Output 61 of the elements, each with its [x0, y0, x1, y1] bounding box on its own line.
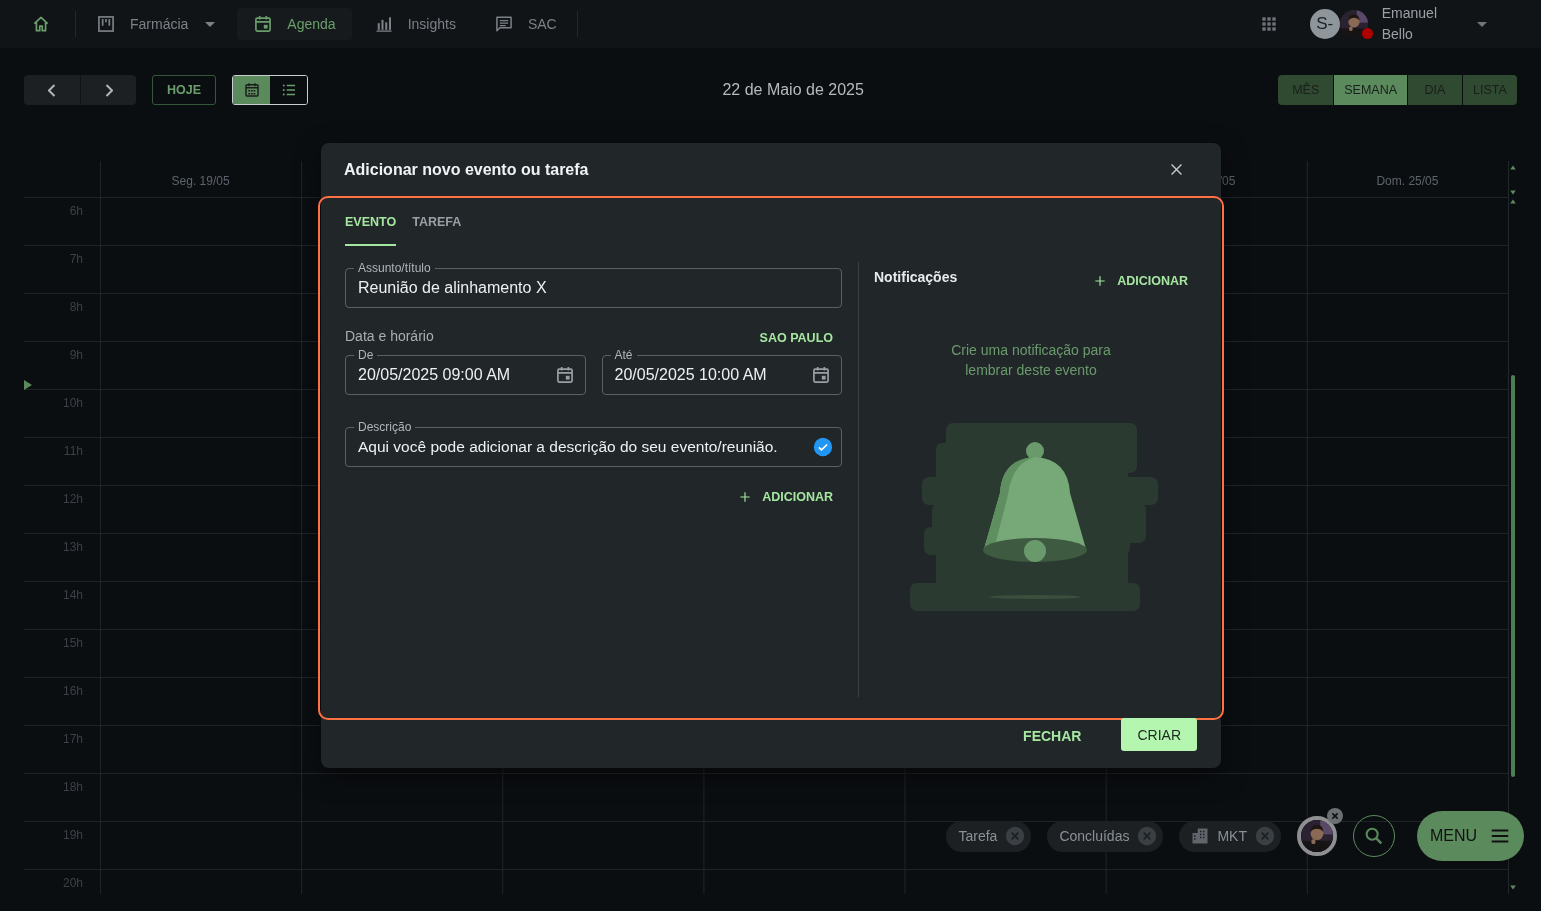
view-tab[interactable]: SEMANA [1333, 75, 1407, 105]
up-arrow-icon[interactable] [1509, 198, 1517, 205]
dialog-title: Adicionar novo evento ou tarefa [344, 160, 589, 179]
search-icon [1363, 825, 1385, 847]
section-title: Notificações [874, 269, 958, 285]
calendar-icon [811, 365, 831, 385]
description-field[interactable]: Descrição Aqui você pode adicionar a descrição do seu evento/reunião. [345, 419, 842, 467]
day-header: Seg. 19/05 [171, 173, 230, 188]
plus-icon [1093, 274, 1108, 288]
date-time-field[interactable]: Até 20/05/2025 10:00 AM [601, 347, 842, 395]
empty-message: Crie uma notificação para lembrar deste evento [950, 341, 1112, 380]
next-button[interactable] [80, 75, 136, 105]
up-arrow-icon[interactable] [1509, 164, 1517, 171]
user-initials-avatar[interactable]: S- [1309, 9, 1340, 39]
calendar-grid-icon [242, 81, 261, 99]
chat-icon [493, 14, 514, 34]
create-button[interactable]: CRIAR [1121, 718, 1197, 751]
previous-button[interactable] [24, 75, 80, 105]
menu-button[interactable]: MENU [1417, 811, 1524, 861]
calendar-icon [253, 14, 274, 34]
remove-icon[interactable] [1327, 808, 1343, 824]
day-header: Dom. 25/05 [1376, 173, 1439, 188]
field-label: Assunto/título [354, 261, 435, 275]
user-name: Emanuel [1381, 4, 1437, 23]
close-button[interactable]: FECHAR [1007, 720, 1098, 751]
caret-icon[interactable] [1477, 21, 1487, 27]
nav-tab[interactable]: Insights [357, 8, 472, 40]
plus-icon [738, 490, 753, 504]
field-label: Até [610, 348, 637, 362]
add-button[interactable]: ADICIONAR [738, 486, 833, 508]
home-icon[interactable] [31, 14, 51, 34]
section-label: Data e horário [345, 328, 434, 344]
chevron-right-icon [104, 83, 113, 97]
current-date: 22 de Maio de 2025 [722, 81, 864, 99]
status-dot [1361, 28, 1373, 39]
board-icon [96, 14, 116, 34]
dialog-tab[interactable]: EVENTO [345, 198, 397, 246]
title-field[interactable]: Assunto/título Reunião de alinhamento X [345, 260, 842, 308]
chevron-left-icon [48, 83, 56, 97]
down-arrow-icon[interactable] [1509, 884, 1517, 891]
timezone-button[interactable]: SAO PAULO [759, 331, 833, 345]
down-arrow-icon[interactable] [1509, 189, 1517, 196]
filter-chip[interactable]: MKT [1179, 820, 1281, 852]
scrollbar-thumb[interactable] [1511, 375, 1515, 777]
date-time-field[interactable]: De 20/05/2025 09:00 AM [345, 347, 586, 395]
user-name: Bello [1381, 25, 1414, 44]
add-notification-button[interactable]: ADICIONAR [1093, 270, 1188, 292]
avatar-chip[interactable] [1297, 816, 1337, 856]
calendar-view-button[interactable] [233, 76, 271, 104]
filter-chip[interactable]: Tarefa [946, 820, 1032, 852]
calendar-icon [554, 365, 575, 385]
building-icon [1191, 827, 1210, 845]
today-button[interactable]: HOJE [152, 75, 217, 105]
dialog-tab[interactable]: TAREFA [412, 198, 462, 246]
nav-tab[interactable]: Agenda [237, 8, 352, 40]
current-time-marker [24, 380, 32, 390]
field-label: De [354, 348, 378, 362]
filter-chip[interactable]: Concluídas [1047, 820, 1164, 852]
field-label: Descrição [354, 420, 416, 434]
nav-tab[interactable]: SAC [477, 8, 573, 40]
nav-tab[interactable]: Farmácia [80, 8, 232, 40]
